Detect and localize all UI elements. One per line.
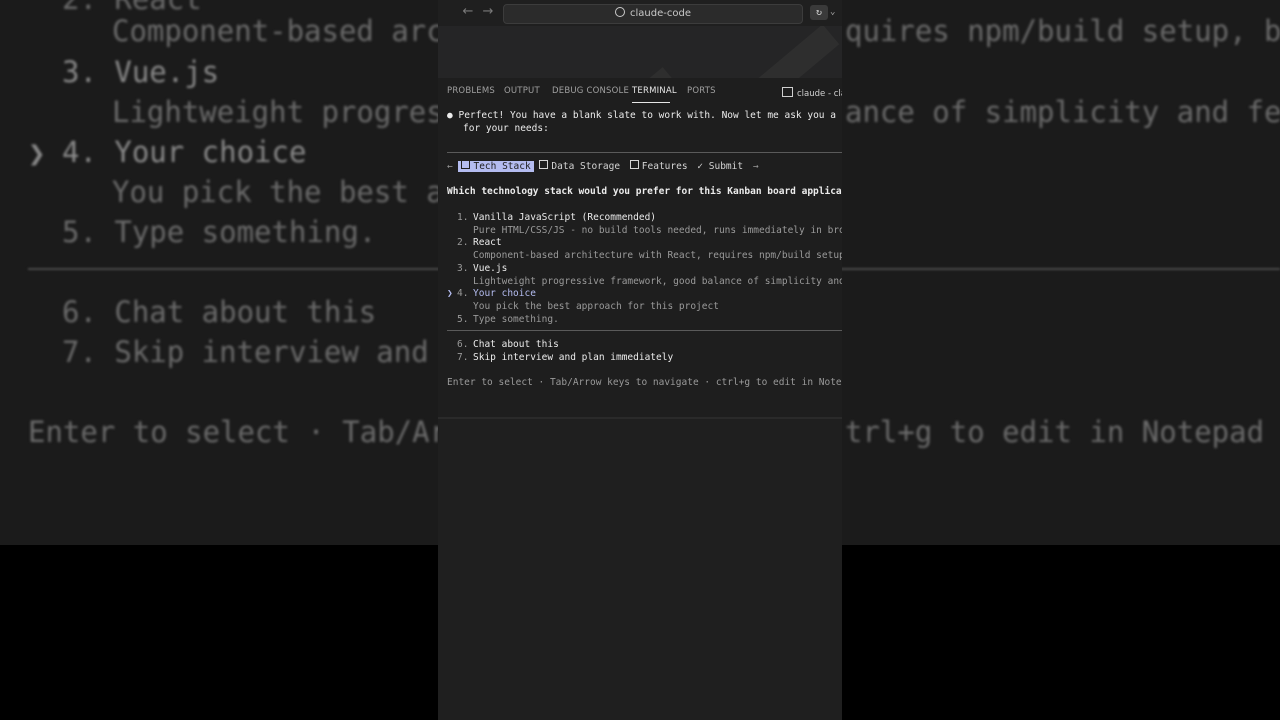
option-3-label[interactable]: Vue.js (473, 263, 507, 275)
tab-features-label: Features (641, 161, 688, 172)
active-tab-indicator (632, 102, 670, 103)
option-2-desc: Component-based architecture with React,… (473, 250, 842, 261)
tab-tech-stack-label: Tech Stack (473, 161, 531, 172)
divider (447, 330, 842, 331)
tab-features[interactable]: Features (629, 160, 688, 172)
bg-line: You pick the best ap (112, 175, 462, 209)
back-arrow-icon[interactable]: ← (460, 4, 476, 20)
option-6-label[interactable]: Chat about this (473, 339, 559, 351)
checkbox-icon (539, 160, 549, 169)
option-2-label[interactable]: React (473, 237, 502, 249)
command-center-search[interactable]: claude-code (503, 4, 803, 24)
tab-data-storage-label: Data Storage (551, 161, 621, 172)
editor-area (438, 26, 842, 78)
check-icon: ✓ (697, 161, 704, 172)
tab-tech-stack[interactable]: Tech Stack (458, 160, 534, 172)
checkbox-icon (629, 160, 639, 169)
option-number: 4. (457, 288, 469, 299)
option-number: 5. (457, 314, 469, 325)
option-7-label[interactable]: Skip interview and plan immediately (473, 352, 673, 364)
terminal-icon (782, 87, 793, 97)
vscode-window: ← → claude-code ↻ ⌄ PROBLEMS OUTPUT DEBU… (438, 0, 842, 720)
option-number: 1. (457, 212, 469, 223)
option-number: 3. (457, 263, 469, 274)
bg-line: quires npm/build setup, bet (845, 14, 1280, 48)
option-number: 6. (457, 339, 469, 350)
keyboard-hint-footer: Enter to select · Tab/Arrow keys to navi… (447, 377, 842, 388)
intro-text-1: Perfect! You have a blank slate to work … (458, 110, 842, 121)
question-tab-row: ← Tech Stack Data Storage Features ✓ Sub… (447, 160, 759, 173)
option-5-input[interactable]: Type something. (473, 314, 559, 326)
bg-line: 6. Chat about this (62, 295, 377, 329)
bg-line: Lightweight progress (112, 95, 462, 129)
bullet-icon: ● (447, 110, 453, 121)
search-icon (615, 7, 626, 17)
bg-line: 7. Skip interview and p (62, 335, 464, 369)
option-number: 2. (457, 237, 469, 248)
divider (447, 152, 842, 153)
option-4-label[interactable]: Your choice (473, 288, 536, 300)
copilot-icon[interactable]: ↻ (810, 5, 828, 20)
empty-area (438, 417, 842, 720)
forward-arrow-icon[interactable]: → (480, 4, 496, 20)
title-bar: ← → claude-code ↻ ⌄ (438, 0, 842, 26)
search-text: claude-code (630, 8, 691, 19)
tab-output[interactable]: OUTPUT (504, 86, 540, 96)
tab-submit-label: Submit (708, 161, 744, 172)
nav-right-arrow-icon[interactable]: → (753, 161, 759, 172)
intro-line-2: for your needs: (463, 123, 549, 134)
nav-left-arrow-icon[interactable]: ← (447, 161, 453, 172)
checkbox-icon (461, 160, 471, 169)
tab-terminal[interactable]: TERMINAL (632, 86, 677, 96)
vscode-watermark-icon (642, 26, 840, 78)
tab-debug-console[interactable]: DEBUG CONSOLE (552, 86, 629, 96)
bg-line: Component-based arch (112, 14, 462, 48)
tab-submit[interactable]: ✓ Submit (697, 161, 743, 172)
option-1-desc: Pure HTML/CSS/JS - no build tools needed… (473, 225, 842, 236)
option-number: 7. (457, 352, 469, 363)
bg-line: 4. Your choice (62, 135, 307, 169)
panel-tab-bar: PROBLEMS OUTPUT DEBUG CONSOLE TERMINAL P… (438, 78, 842, 104)
bg-line: Enter to select · Tab/Arr (28, 415, 465, 449)
tab-problems[interactable]: PROBLEMS (447, 86, 495, 96)
bg-line: 5. Type something. (62, 215, 377, 249)
terminal-instance-label[interactable]: claude - clau (782, 86, 842, 99)
bg-line: 3. Vue.js (62, 55, 220, 89)
bg-line: ance of simplicity and feat (845, 95, 1280, 129)
bg-pointer-icon: ❯ (28, 136, 46, 170)
terminal-content[interactable]: ● Perfect! You have a blank slate to wor… (438, 104, 842, 417)
option-1-label[interactable]: Vanilla JavaScript (Recommended) (473, 212, 656, 224)
terminal-instance-name: claude - clau (797, 89, 842, 99)
chevron-down-icon[interactable]: ⌄ (830, 5, 835, 20)
intro-line-1: ● Perfect! You have a blank slate to wor… (447, 110, 842, 122)
tab-data-storage[interactable]: Data Storage (539, 160, 621, 172)
question-text: Which technology stack would you prefer … (447, 186, 842, 197)
option-4-desc: You pick the best approach for this proj… (473, 301, 719, 312)
selection-pointer-icon: ❯ (447, 288, 453, 299)
tab-ports[interactable]: PORTS (687, 86, 716, 96)
option-3-desc: Lightweight progressive framework, good … (473, 276, 842, 287)
bg-line: trl+g to edit in Notepad · (845, 415, 1280, 449)
